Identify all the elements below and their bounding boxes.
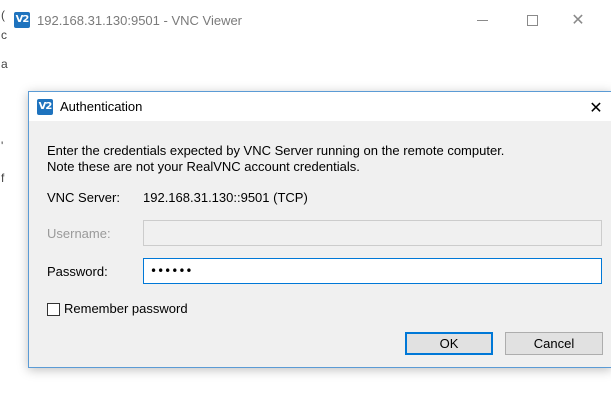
dialog-close-button[interactable]: ✕ <box>585 96 607 118</box>
edge-glyph: a <box>1 57 8 71</box>
close-icon: ✕ <box>589 97 603 117</box>
remember-password-option[interactable]: Remember password <box>47 301 188 317</box>
ok-button[interactable]: OK <box>405 332 493 355</box>
remember-password-checkbox[interactable] <box>47 302 60 316</box>
main-window-title: 192.168.31.130:9501 - VNC Viewer <box>37 12 243 28</box>
edge-glyph: ' <box>1 139 4 153</box>
username-field[interactable] <box>143 220 602 246</box>
dialog-title: Authentication <box>60 99 143 114</box>
edge-glyph: f <box>1 171 5 185</box>
dialog-titlebar[interactable]: V2 Authentication ✕ <box>29 92 611 121</box>
authentication-dialog: V2 Authentication ✕ Enter the credential… <box>28 91 611 368</box>
username-label: Username: <box>47 226 111 241</box>
maximize-button[interactable] <box>509 0 555 40</box>
vnc-logo-icon: V2 <box>14 12 30 28</box>
cancel-button[interactable]: Cancel <box>505 332 603 355</box>
edge-glyph: c <box>1 28 7 42</box>
description-line-1: Enter the credentials expected by VNC Se… <box>47 143 505 158</box>
vnc-logo-icon: V2 <box>37 98 53 115</box>
description-line-2: Note these are not your RealVNC account … <box>47 159 360 174</box>
edge-glyph: ( <box>1 8 5 22</box>
dialog-description: Enter the credentials expected by VNC Se… <box>47 143 602 175</box>
background-window-edge: ( c a ' f <box>0 0 14 409</box>
minimize-icon <box>476 19 488 21</box>
minimize-button[interactable] <box>459 0 505 40</box>
password-label: Password: <box>47 264 108 279</box>
window-close-button[interactable]: ✕ <box>555 0 601 40</box>
close-icon: ✕ <box>571 10 585 29</box>
maximize-icon <box>526 14 538 26</box>
vnc-server-value: 192.168.31.130::9501 (TCP) <box>143 190 308 205</box>
vnc-server-label: VNC Server: <box>47 190 120 205</box>
password-field[interactable]: •••••• <box>143 258 602 284</box>
remember-password-label[interactable]: Remember password <box>64 301 188 317</box>
